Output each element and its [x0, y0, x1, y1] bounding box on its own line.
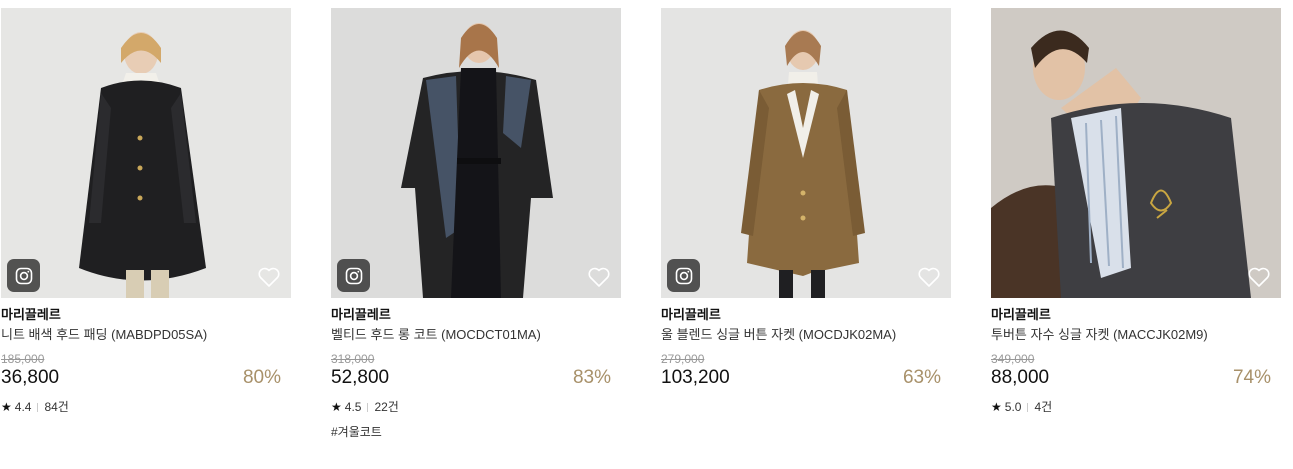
- original-price: 279,000: [661, 352, 705, 366]
- product-name[interactable]: 울 블렌드 싱글 버튼 자켓 (MOCDJK02MA): [661, 327, 951, 343]
- rating-value: 4.5: [344, 400, 362, 414]
- product-name[interactable]: 투버튼 자수 싱글 자켓 (MACCJK02M9): [991, 327, 1281, 343]
- rating-value: 4.4: [14, 400, 32, 414]
- wishlist-heart-icon[interactable]: [1247, 266, 1271, 288]
- wishlist-heart-icon[interactable]: [917, 266, 941, 288]
- discount-rate: 63%: [902, 367, 941, 388]
- divider: [37, 402, 39, 412]
- wishlist-heart-icon[interactable]: [257, 266, 281, 288]
- brand-name[interactable]: 마리끌레르: [1, 307, 291, 323]
- product-card[interactable]: 마리끌레르 투버튼 자수 싱글 자켓 (MACCJK02M9) 349,000 …: [991, 8, 1281, 414]
- rating-row: ★ 5.0 4건: [991, 400, 1281, 414]
- instagram-icon[interactable]: [667, 259, 700, 292]
- product-image[interactable]: [1, 8, 291, 298]
- star-icon: ★: [331, 400, 342, 414]
- price-row: 103,200 63%: [661, 367, 951, 389]
- price-row: 36,800 80%: [1, 367, 291, 389]
- product-image[interactable]: [331, 8, 621, 298]
- star-icon: ★: [991, 400, 1002, 414]
- rating-value: 5.0: [1004, 400, 1022, 414]
- divider: [1027, 402, 1029, 412]
- original-price: 349,000: [991, 352, 1035, 366]
- hashtag-link[interactable]: #겨울코트: [331, 425, 621, 439]
- product-card[interactable]: 마리끌레르 벨티드 후드 롱 코트 (MOCDCT01MA) 318,000 5…: [331, 8, 621, 439]
- rating-row: ★ 4.5 22건: [331, 400, 621, 414]
- sale-price: 36,800: [1, 367, 60, 388]
- wishlist-heart-icon[interactable]: [587, 266, 611, 288]
- instagram-icon[interactable]: [337, 259, 370, 292]
- original-price: 318,000: [331, 352, 375, 366]
- divider: [367, 402, 369, 412]
- price-row: 88,000 74%: [991, 367, 1281, 389]
- product-card[interactable]: 마리끌레르 니트 배색 후드 패딩 (MABDPD05SA) 185,000 3…: [1, 8, 291, 414]
- product-photo: [661, 8, 951, 298]
- product-grid: 마리끌레르 니트 배색 후드 패딩 (MABDPD05SA) 185,000 3…: [0, 0, 1293, 469]
- product-name[interactable]: 벨티드 후드 롱 코트 (MOCDCT01MA): [331, 327, 621, 343]
- rating-row: ★ 4.4 84건: [1, 400, 291, 414]
- sale-price: 52,800: [331, 367, 390, 388]
- brand-name[interactable]: 마리끌레르: [661, 307, 951, 323]
- product-image[interactable]: [661, 8, 951, 298]
- brand-name[interactable]: 마리끌레르: [991, 307, 1281, 323]
- discount-rate: 74%: [1232, 367, 1271, 388]
- product-name[interactable]: 니트 배색 후드 패딩 (MABDPD05SA): [1, 327, 291, 343]
- price-row: 52,800 83%: [331, 367, 621, 389]
- brand-name[interactable]: 마리끌레르: [331, 307, 621, 323]
- product-photo: [991, 8, 1281, 298]
- instagram-icon[interactable]: [7, 259, 40, 292]
- discount-rate: 80%: [242, 367, 281, 388]
- product-photo: [331, 8, 621, 298]
- review-count: 22건: [374, 400, 399, 414]
- product-image[interactable]: [991, 8, 1281, 298]
- original-price: 185,000: [1, 352, 45, 366]
- sale-price: 88,000: [991, 367, 1050, 388]
- review-count: 84건: [44, 400, 69, 414]
- star-icon: ★: [1, 400, 12, 414]
- discount-rate: 83%: [572, 367, 611, 388]
- product-card[interactable]: 마리끌레르 울 블렌드 싱글 버튼 자켓 (MOCDJK02MA) 279,00…: [661, 8, 951, 389]
- sale-price: 103,200: [661, 367, 730, 388]
- review-count: 4건: [1034, 400, 1053, 414]
- product-photo: [1, 8, 291, 298]
